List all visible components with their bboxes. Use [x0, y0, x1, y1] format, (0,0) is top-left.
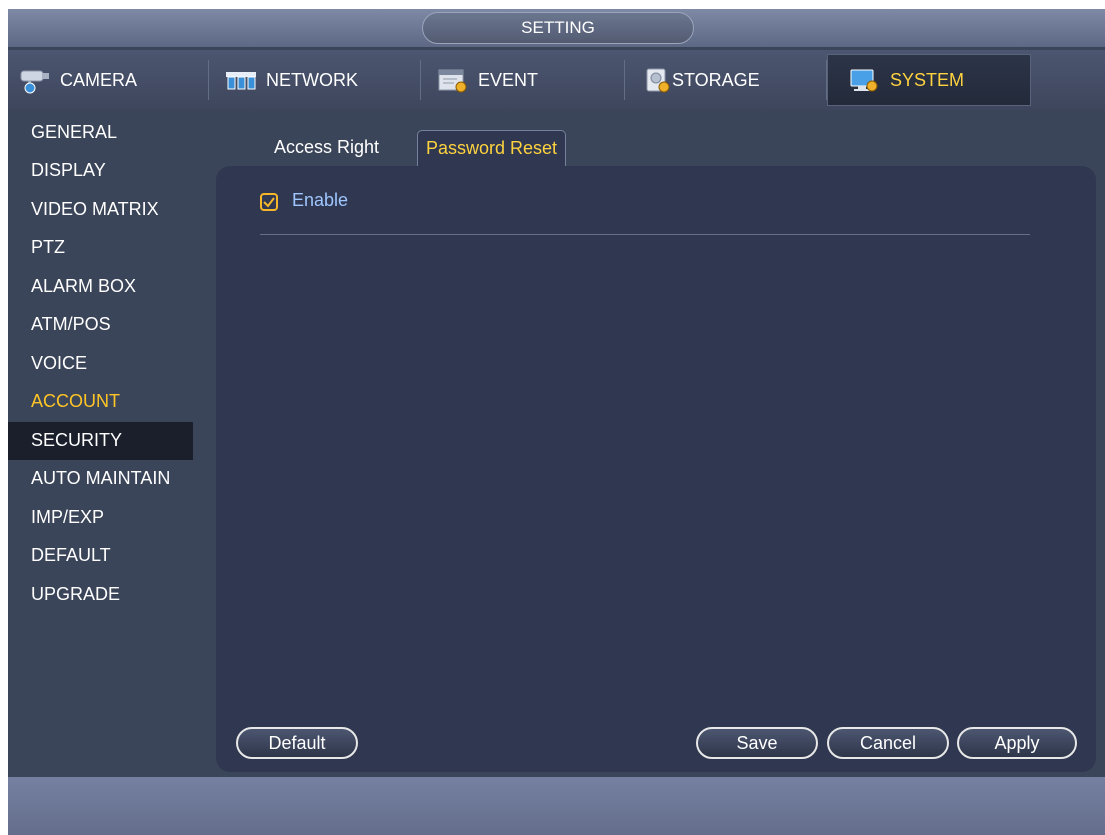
sidebar-item-general[interactable]: GENERAL: [8, 114, 193, 152]
cancel-button[interactable]: Cancel: [827, 727, 949, 759]
sidebar-menu: GENERAL DISPLAY VIDEO MATRIX PTZ ALARM B…: [8, 114, 198, 734]
system-icon: [848, 66, 882, 94]
sidebar-item-alarm-box[interactable]: ALARM BOX: [8, 268, 193, 306]
settings-window: SETTING CAMERA NETWORK EVENT STORAGE SYS…: [8, 9, 1105, 835]
default-button[interactable]: Default: [236, 727, 358, 759]
tab-system[interactable]: SYSTEM: [827, 54, 1031, 106]
sidebar-item-imp-exp[interactable]: IMP/EXP: [8, 499, 193, 537]
sidebar-item-video-matrix[interactable]: VIDEO MATRIX: [8, 191, 193, 229]
sidebar-item-display[interactable]: DISPLAY: [8, 152, 193, 190]
sidebar-item-upgrade[interactable]: UPGRADE: [8, 576, 193, 614]
save-button[interactable]: Save: [696, 727, 818, 759]
tab-event[interactable]: EVENT: [436, 54, 616, 106]
main-tab-bar: CAMERA NETWORK EVENT STORAGE SYSTEM: [8, 50, 1105, 110]
check-icon: [263, 197, 275, 208]
enable-label: Enable: [292, 190, 349, 210]
subtab-password-reset[interactable]: Password Reset: [417, 130, 567, 166]
tab-label: CAMERA: [60, 69, 138, 90]
window-title: SETTING: [422, 12, 694, 44]
sidebar-item-atm-pos[interactable]: ATM/POS: [8, 306, 193, 344]
storage-icon: [644, 66, 672, 94]
sidebar-item-voice[interactable]: VOICE: [8, 345, 193, 383]
apply-button[interactable]: Apply: [957, 727, 1077, 759]
bottom-bar: [8, 777, 1105, 835]
sidebar-item-security[interactable]: SECURITY: [8, 422, 193, 460]
sidebar-item-default[interactable]: DEFAULT: [8, 537, 193, 575]
sidebar-item-ptz[interactable]: PTZ: [8, 229, 193, 267]
network-icon: [224, 66, 258, 94]
tab-storage[interactable]: STORAGE: [644, 54, 824, 106]
divider: [260, 234, 1030, 235]
tab-label: NETWORK: [266, 69, 358, 90]
tab-camera[interactable]: CAMERA: [18, 54, 198, 106]
content-panel: [216, 166, 1096, 772]
tab-separator: [624, 60, 625, 100]
tab-label: STORAGE: [672, 69, 760, 90]
enable-checkbox[interactable]: [260, 193, 278, 211]
event-icon: [436, 66, 470, 94]
title-bar: SETTING: [8, 9, 1105, 47]
tab-separator: [420, 60, 421, 100]
sidebar-item-account[interactable]: ACCOUNT: [8, 383, 193, 421]
tab-network[interactable]: NETWORK: [224, 54, 414, 106]
sidebar-item-auto-maintain[interactable]: AUTO MAINTAIN: [8, 460, 193, 498]
subtab-access-right[interactable]: Access Right: [266, 130, 387, 166]
tab-label: EVENT: [478, 69, 539, 90]
tab-label: SYSTEM: [890, 69, 965, 90]
tab-separator: [208, 60, 209, 100]
camera-icon: [18, 66, 52, 94]
